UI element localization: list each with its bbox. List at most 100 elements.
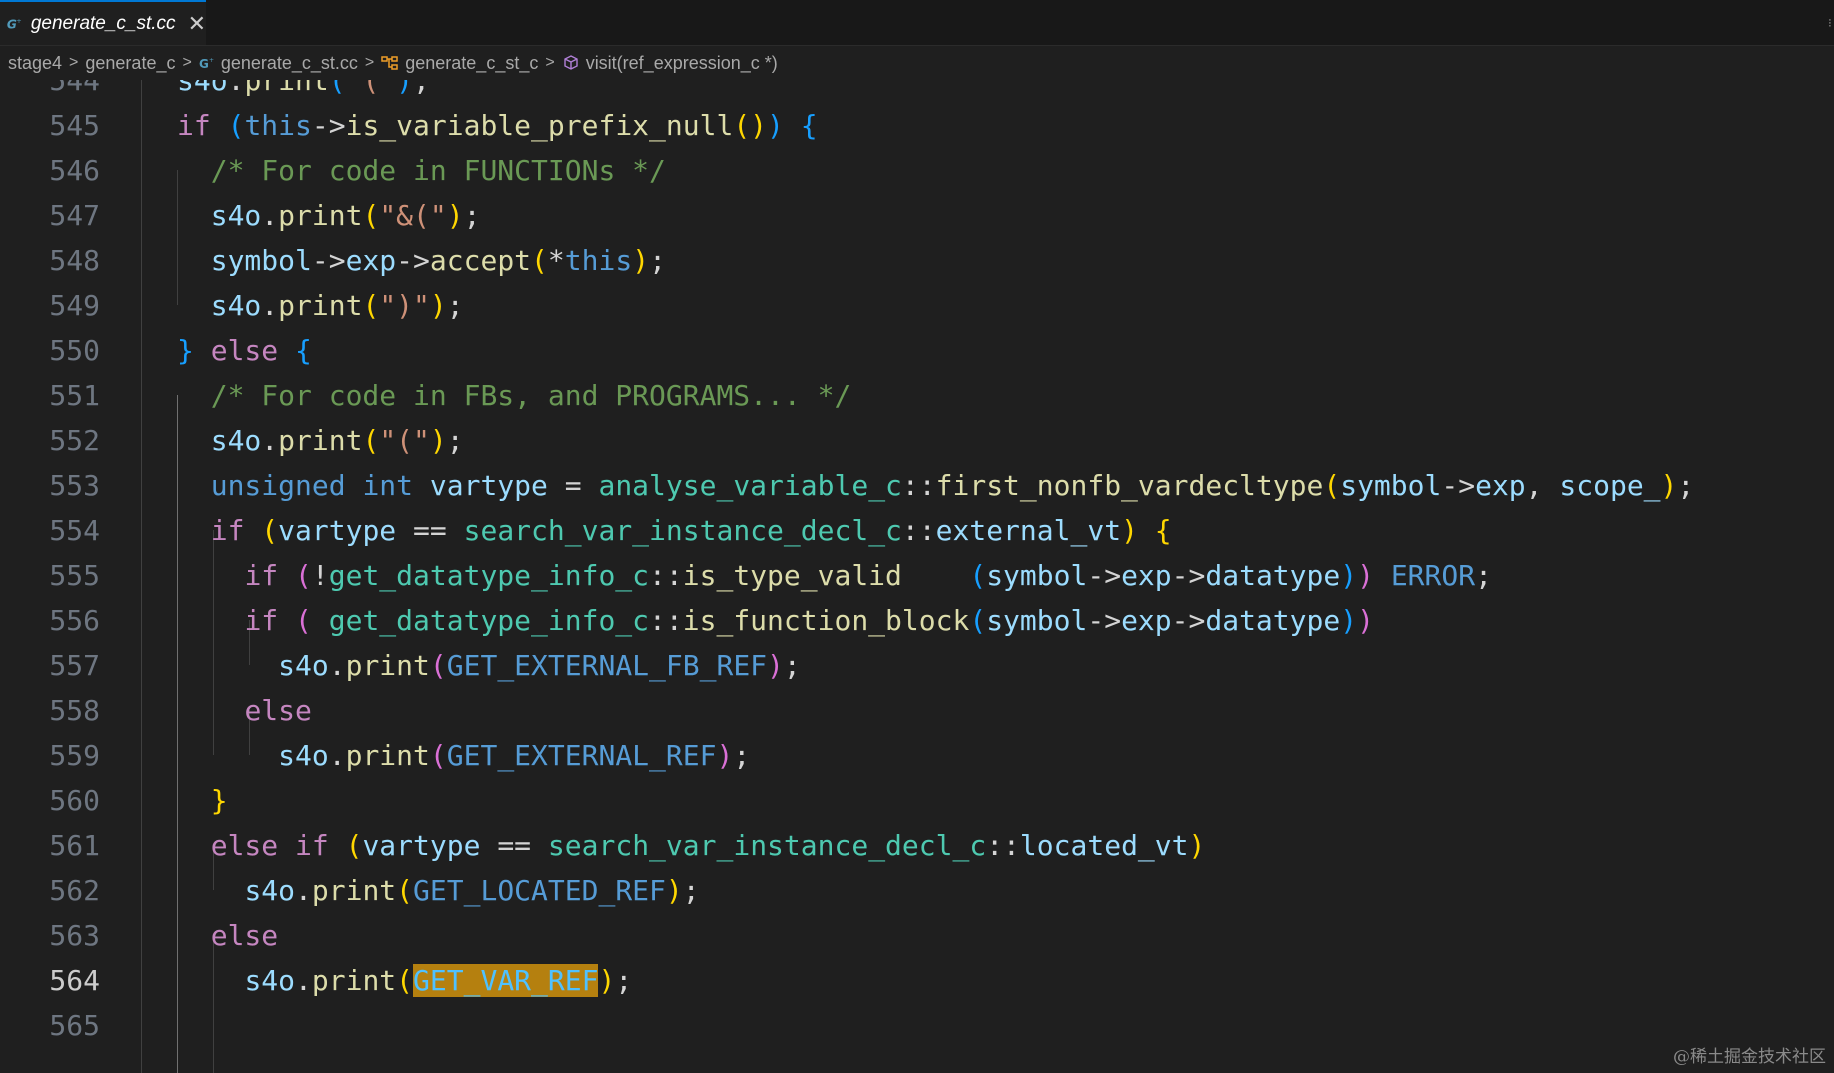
code-token: -> xyxy=(311,244,346,277)
code-token: ! xyxy=(311,559,329,592)
line-number: 544 xyxy=(49,80,100,97)
code-token: else xyxy=(210,334,279,367)
code-token: ) xyxy=(1121,514,1138,547)
code-token: print xyxy=(278,424,363,457)
breadcrumb-item-file[interactable]: G + generate_c_st.cc xyxy=(199,53,358,74)
code-token: ( xyxy=(362,424,380,457)
code-token: ( xyxy=(345,829,363,862)
line-number: 552 xyxy=(49,424,100,457)
code-line[interactable]: else xyxy=(177,688,311,733)
breadcrumb-item-method[interactable]: visit(ref_expression_c *) xyxy=(562,53,778,74)
code-token: if xyxy=(244,559,279,592)
code-token: ( xyxy=(261,514,279,547)
code-token: print xyxy=(244,80,329,97)
code-token: print xyxy=(311,964,397,997)
breadcrumb-item-folder[interactable]: generate_c xyxy=(85,53,175,74)
code-token: ) xyxy=(1340,559,1358,592)
tab-label: generate_c_st.cc xyxy=(30,12,176,34)
code-token: :: xyxy=(649,604,683,637)
code-token: /* For code in FUNCTIONs */ xyxy=(210,154,666,187)
breadcrumb: stage4 > generate_c > G + generate_c_st.… xyxy=(0,46,1834,80)
code-line[interactable]: /* For code in FUNCTIONs */ xyxy=(177,148,666,193)
code-token: { xyxy=(1154,514,1172,547)
code-token: ; xyxy=(446,289,464,322)
code-line[interactable]: if (!get_datatype_info_c::is_type_valid … xyxy=(177,553,1492,598)
code-token: GET_LOCATED_REF xyxy=(413,874,666,907)
code-token: ) xyxy=(1357,604,1374,637)
tab-generate-c-st-cc[interactable]: G + generate_c_st.cc ✕ xyxy=(0,0,206,45)
line-number: 565 xyxy=(49,1009,100,1042)
code-token: get_datatype_info_c xyxy=(328,604,650,637)
code-line[interactable]: s4o.print(GET_LOCATED_REF); xyxy=(177,868,699,913)
code-editor[interactable]: 544 s4o.print("("); 545 if (this->is_variab… xyxy=(0,80,1834,1073)
selected-token: GET_VAR_REF xyxy=(413,964,599,997)
code-line[interactable]: if (this->is_variable_prefix_null()) { xyxy=(177,103,818,148)
code-token: GET_EXTERNAL_REF xyxy=(446,739,717,772)
code-token: vartype xyxy=(429,469,548,502)
code-token: ; xyxy=(733,739,751,772)
breadcrumb-item-class[interactable]: generate_c_st_c xyxy=(381,53,538,74)
code-line[interactable]: s4o.print(GET_EXTERNAL_REF); xyxy=(177,733,750,778)
close-icon[interactable]: ✕ xyxy=(188,11,206,37)
code-token: search_var_instance_decl_c xyxy=(547,829,987,862)
line-number: 553 xyxy=(49,469,100,502)
line-number: 564 xyxy=(49,964,100,997)
code-token: print xyxy=(345,649,430,682)
code-token: datatype xyxy=(1205,559,1341,592)
code-token: s4o xyxy=(177,80,228,97)
line-number: 555 xyxy=(49,559,100,592)
code-token: ; xyxy=(463,199,481,232)
code-token: exp xyxy=(345,244,397,277)
code-line[interactable]: else xyxy=(177,913,278,958)
code-line[interactable]: if ( get_datatype_info_c::is_function_bl… xyxy=(177,598,1374,643)
code-line[interactable]: s4o.print(GET_VAR_REF); xyxy=(177,958,632,1003)
code-token: ( xyxy=(362,289,380,322)
code-token: { xyxy=(800,109,818,142)
line-number: 562 xyxy=(49,874,100,907)
code-token: ( xyxy=(295,604,312,637)
code-line[interactable]: s4o.print(")"); xyxy=(177,283,464,328)
line-number: 545 xyxy=(49,109,100,142)
code-line[interactable]: unsigned int vartype = analyse_variable_… xyxy=(177,463,1695,508)
code-token: ( xyxy=(429,649,447,682)
code-line[interactable]: /* For code in FBs, and PROGRAMS... */ xyxy=(177,373,852,418)
chevron-right-icon: > xyxy=(545,54,555,71)
code-token: = xyxy=(547,469,599,502)
code-line[interactable]: s4o.print("("); xyxy=(177,418,464,463)
tab-bar: G + generate_c_st.cc ✕ ⁝ xyxy=(0,0,1834,46)
code-token: ) xyxy=(632,244,650,277)
code-line[interactable]: else if (vartype == search_var_instance_… xyxy=(177,823,1206,868)
chevron-right-icon: > xyxy=(69,54,79,71)
code-token: is_function_block xyxy=(682,604,970,637)
code-token: ) xyxy=(716,739,734,772)
code-line[interactable]: if (vartype == search_var_instance_decl_… xyxy=(177,508,1172,553)
code-line[interactable]: } xyxy=(177,778,228,823)
code-token: is_variable_prefix_null xyxy=(345,109,734,142)
code-token: ) xyxy=(1188,829,1206,862)
code-line[interactable]: s4o.print(GET_EXTERNAL_FB_REF); xyxy=(177,643,801,688)
code-token: ; xyxy=(446,424,464,457)
code-token: () xyxy=(733,109,768,142)
code-token: ( xyxy=(429,739,447,772)
breadcrumb-item-stage4[interactable]: stage4 xyxy=(8,53,62,74)
code-line[interactable]: symbol->exp->accept(*this); xyxy=(177,238,666,283)
code-token: int xyxy=(362,469,414,502)
code-line[interactable]: } else { xyxy=(177,328,312,373)
class-icon xyxy=(381,56,398,70)
code-token: symbol xyxy=(986,559,1088,592)
code-token: else xyxy=(210,919,279,952)
code-line[interactable]: s4o.print("("); xyxy=(177,80,430,103)
line-number: 560 xyxy=(49,784,100,817)
code-line[interactable]: s4o.print("&("); xyxy=(177,193,481,238)
line-number: 548 xyxy=(49,244,100,277)
code-token: ) xyxy=(767,109,784,142)
code-token: scope_ xyxy=(1559,469,1661,502)
